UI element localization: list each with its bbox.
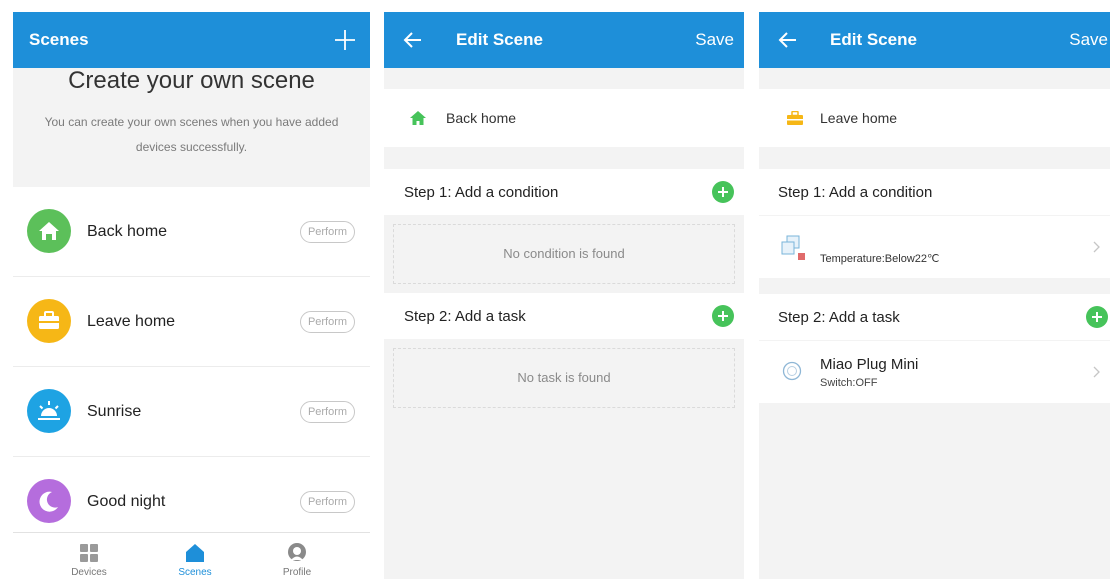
add-task-button[interactable] <box>712 305 734 327</box>
intro-description: You can create your own scenes when you … <box>44 115 339 154</box>
scene-name: Sunrise <box>87 403 142 420</box>
scene-name-row[interactable]: Back home <box>384 89 744 147</box>
edit-top-bar: Edit Scene Save <box>759 12 1110 68</box>
back-arrow-icon[interactable] <box>402 29 424 51</box>
home-icon <box>186 544 204 562</box>
step2-label: Step 2: Add a task <box>778 309 900 326</box>
screen-title: Edit Scene <box>830 30 917 49</box>
back-arrow-icon[interactable] <box>777 29 799 51</box>
plug-icon <box>782 361 802 381</box>
nav-label: Profile <box>282 567 312 578</box>
bottom-navigation: Devices Scenes Profile <box>13 532 370 579</box>
empty-task-placeholder: No task is found <box>393 348 735 408</box>
scene-row-sunrise[interactable]: Sunrise Perform <box>13 367 370 457</box>
profile-icon <box>288 543 306 561</box>
task-header: Step 2: Add a task <box>759 294 1110 340</box>
scene-name: Back home <box>87 223 168 240</box>
nav-label: Scenes <box>178 567 212 578</box>
task-name: Miao Plug Mini <box>820 356 919 373</box>
task-header: Step 2: Add a task <box>384 293 744 339</box>
briefcase-icon <box>27 299 71 343</box>
sunrise-icon <box>27 389 71 433</box>
scene-row-back-home[interactable]: Back home Perform <box>13 187 370 277</box>
perform-button[interactable]: Perform <box>300 221 355 243</box>
step1-label: Step 1: Add a condition <box>778 184 933 201</box>
nav-label: Devices <box>71 567 107 578</box>
condition-row[interactable]: Temperature:Below22℃ <box>759 216 1110 278</box>
scene-name: Back home <box>446 110 517 126</box>
step2-label: Step 2: Add a task <box>404 308 526 325</box>
save-button[interactable]: Save <box>695 12 734 68</box>
add-condition-button[interactable] <box>712 181 734 203</box>
scene-name: Leave home <box>820 110 898 126</box>
task-row[interactable]: Miao Plug Mini Switch:OFF <box>759 341 1110 403</box>
condition-header: Step 1: Add a condition <box>384 169 744 215</box>
moon-icon <box>27 479 71 523</box>
empty-condition-placeholder: No condition is found <box>393 224 735 284</box>
edit-top-bar: Edit Scene Save <box>384 12 744 68</box>
save-button[interactable]: Save <box>1069 12 1108 68</box>
add-task-button[interactable] <box>1086 306 1108 328</box>
edit-scene-leave-home-screen: Edit Scene Save Leave home Step 1: Add a… <box>759 12 1110 579</box>
perform-button[interactable]: Perform <box>300 401 355 423</box>
home-icon <box>27 209 71 253</box>
grid-icon <box>80 544 98 562</box>
condition-text: Temperature:Below22℃ <box>820 253 940 265</box>
add-icon[interactable] <box>334 29 356 51</box>
scene-name-row[interactable]: Leave home <box>759 89 1110 147</box>
screen-title: Scenes <box>29 30 89 49</box>
intro-heading: Create your own scene <box>68 67 315 94</box>
condition-header: Step 1: Add a condition <box>759 169 1110 215</box>
intro-banner: Create your own scene You can create you… <box>13 68 370 187</box>
home-icon <box>410 111 426 125</box>
briefcase-icon <box>787 111 803 125</box>
scenes-top-bar: Scenes <box>13 12 370 68</box>
scene-row-leave-home[interactable]: Leave home Perform <box>13 277 370 367</box>
temperature-sensor-icon <box>781 235 805 260</box>
scenes-screen: Scenes Create your own scene You can cre… <box>13 12 370 579</box>
chevron-right-icon <box>1093 366 1100 378</box>
edit-scene-back-home-screen: Edit Scene Save Back home Step 1: Add a … <box>384 12 744 579</box>
perform-button[interactable]: Perform <box>300 311 355 333</box>
chevron-right-icon <box>1093 241 1100 253</box>
perform-button[interactable]: Perform <box>300 491 355 513</box>
screen-title: Edit Scene <box>456 30 543 49</box>
step1-label: Step 1: Add a condition <box>404 184 559 201</box>
scene-name: Leave home <box>87 313 176 330</box>
task-status: Switch:OFF <box>820 377 878 389</box>
